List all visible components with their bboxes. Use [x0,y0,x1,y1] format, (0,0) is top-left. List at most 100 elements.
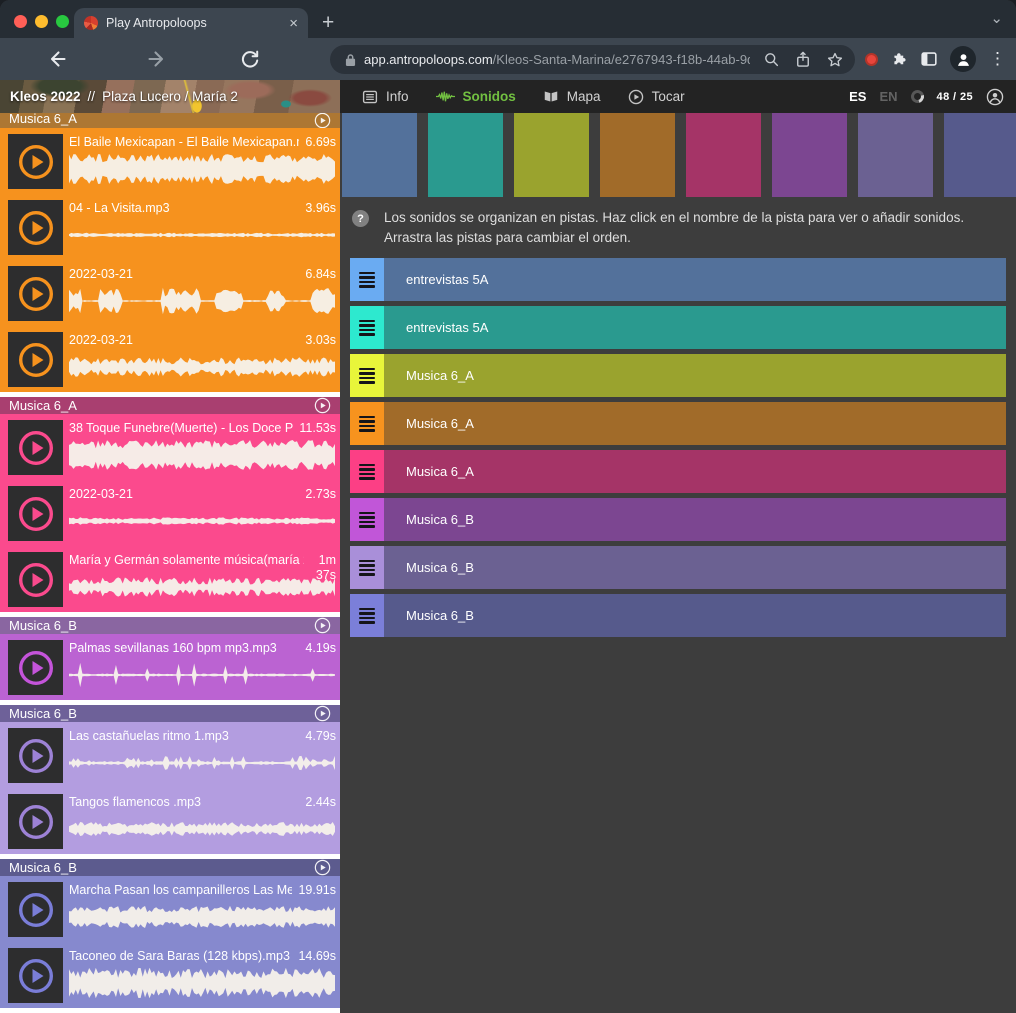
tab-close-icon[interactable]: × [289,16,298,31]
track-row[interactable]: Musica 6_B [350,498,1006,541]
section-play-circle-icon[interactable] [314,617,331,634]
section-play-circle-icon[interactable] [314,705,331,722]
track-drag-handle[interactable] [350,498,384,541]
section-play-circle-icon[interactable] [314,859,331,876]
breadcrumb[interactable]: Kleos 2022 // Plaza Lucero / María 2 [0,80,340,113]
url-path: /Kleos-Santa-Marina/e2767943-f18b-44ab-9… [493,52,750,67]
track-name-area[interactable]: entrevistas 5A [384,258,1006,301]
track-row[interactable]: entrevistas 5A [350,258,1006,301]
lang-en-button[interactable]: EN [879,89,897,104]
bookmark-star-icon[interactable] [827,52,843,68]
clip-waveform [69,658,335,692]
clip-name: Taconeo de Sara Baras (128 kbps).mp3 [69,949,292,964]
lang-es-button[interactable]: ES [849,89,866,104]
breadcrumb-project[interactable]: Kleos 2022 [10,89,81,104]
track-drag-handle[interactable] [350,258,384,301]
tab-tocar[interactable]: Tocar [628,89,685,105]
track-drag-handle[interactable] [350,594,384,637]
account-icon[interactable] [986,88,1004,106]
track-color-swatch[interactable] [858,113,933,197]
browser-tab[interactable]: Play Antropoloops × [74,8,308,38]
section-header[interactable]: Musica 6_B [0,617,340,634]
extensions-puzzle-icon[interactable] [891,51,908,68]
clip-section: Musica 6_A 6.69s El Baile Mexicapan - El… [0,113,340,392]
track-name-area[interactable]: Musica 6_B [384,546,1006,589]
clip-play-button[interactable] [8,420,63,475]
browser-menu-icon[interactable]: ⋮ [989,46,1006,72]
track-row[interactable]: Musica 6_A [350,450,1006,493]
track-drag-handle[interactable] [350,306,384,349]
clip-name: Palmas sevillanas 160 bpm mp3.mp3 [69,641,299,656]
clip-play-button[interactable] [8,728,63,783]
clip-item: 3.96s 04 - La Visita.mp3 [0,198,340,260]
tab-sonidos[interactable]: Sonidos [436,89,516,104]
reload-icon[interactable] [240,49,260,69]
clip-play-button[interactable] [8,266,63,321]
clip-item: 1m 37s María y Germán solamente música(m… [0,550,340,612]
track-row[interactable]: Musica 6_A [350,402,1006,445]
clips-sidebar: Musica 6_A 6.69s El Baile Mexicapan - El… [0,113,340,1013]
track-row[interactable]: Musica 6_A [350,354,1006,397]
back-icon[interactable] [47,49,67,69]
track-drag-handle[interactable] [350,354,384,397]
clip-name: 38 Toque Funebre(Muerte) - Los Doce Par.… [69,421,293,436]
clip-duration: 6.69s [305,135,336,150]
clip-play-button[interactable] [8,640,63,695]
browser-profile-avatar[interactable] [950,46,976,72]
track-color-swatch[interactable] [514,113,589,197]
track-color-swatch[interactable] [686,113,761,197]
forward-icon[interactable] [147,49,167,69]
tab-search-chevron-icon[interactable]: ⌄ [990,9,1003,27]
section-play-circle-icon[interactable] [314,397,331,414]
track-color-swatch[interactable] [342,113,417,197]
zoom-window-button[interactable] [56,15,69,28]
track-color-swatch[interactable] [600,113,675,197]
clip-play-button[interactable] [8,486,63,541]
side-panel-icon[interactable] [921,52,937,66]
track-drag-handle[interactable] [350,450,384,493]
track-name-area[interactable]: Musica 6_B [384,594,1006,637]
address-bar[interactable]: app.antropoloops.com/Kleos-Santa-Marina/… [330,45,855,74]
clip-waveform [69,966,335,1000]
new-tab-button[interactable]: + [322,8,334,38]
help-icon: ? [352,210,369,227]
section-header[interactable]: Musica 6_A [0,397,340,414]
track-color-swatch[interactable] [772,113,847,197]
waveform-icon [436,90,455,103]
section-header[interactable]: Musica 6_B [0,705,340,722]
share-icon[interactable] [796,51,810,68]
track-color-swatch[interactable] [428,113,503,197]
clip-play-button[interactable] [8,948,63,1003]
clip-play-button[interactable] [8,552,63,607]
section-header[interactable]: Musica 6_A [0,113,340,128]
track-name-area[interactable]: Musica 6_A [384,402,1006,445]
clip-duration: 3.03s [305,333,336,348]
track-label: Musica 6_B [406,512,474,527]
section-header[interactable]: Musica 6_B [0,859,340,876]
url-text[interactable]: app.antropoloops.com/Kleos-Santa-Marina/… [364,52,750,67]
minimize-window-button[interactable] [35,15,48,28]
tab-info[interactable]: Info [362,89,409,105]
clip-play-button[interactable] [8,134,63,189]
section-play-circle-icon[interactable] [314,113,331,128]
clip-duration: 19.91s [298,883,336,898]
track-color-swatch[interactable] [944,113,1016,197]
zoom-page-icon[interactable] [764,52,779,67]
track-name-area[interactable]: Musica 6_A [384,450,1006,493]
clip-play-button[interactable] [8,200,63,255]
track-row[interactable]: entrevistas 5A [350,306,1006,349]
clip-play-button[interactable] [8,794,63,849]
track-drag-handle[interactable] [350,546,384,589]
track-name-area[interactable]: Musica 6_B [384,498,1006,541]
clip-duration: 3.96s [305,201,336,216]
track-name-area[interactable]: entrevistas 5A [384,306,1006,349]
tab-mapa[interactable]: Mapa [543,89,601,104]
track-row[interactable]: Musica 6_B [350,594,1006,637]
close-window-button[interactable] [14,15,27,28]
screen-record-indicator-icon[interactable] [865,53,878,66]
clip-play-button[interactable] [8,882,63,937]
track-name-area[interactable]: Musica 6_A [384,354,1006,397]
track-drag-handle[interactable] [350,402,384,445]
clip-play-button[interactable] [8,332,63,387]
track-row[interactable]: Musica 6_B [350,546,1006,589]
